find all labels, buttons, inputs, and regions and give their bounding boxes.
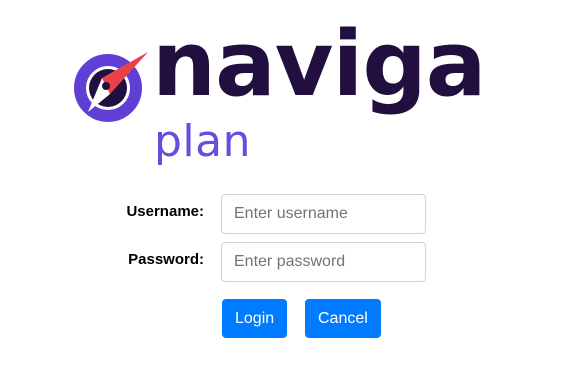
brand-product-name: plan <box>154 116 252 167</box>
username-row: Username: <box>0 194 574 234</box>
password-row: Password: <box>0 242 574 282</box>
brand-wordmark: naviga <box>152 12 486 117</box>
cancel-button[interactable]: Cancel <box>305 299 381 338</box>
password-label: Password: <box>128 251 204 268</box>
login-button[interactable]: Login <box>222 299 288 338</box>
username-input[interactable] <box>221 194 426 234</box>
compass-icon <box>74 52 148 122</box>
password-input[interactable] <box>221 242 426 282</box>
username-label: Username: <box>126 203 204 220</box>
login-page: naviga plan Username: Password: Login Ca… <box>0 0 574 373</box>
brand-logo: naviga plan <box>74 20 486 178</box>
